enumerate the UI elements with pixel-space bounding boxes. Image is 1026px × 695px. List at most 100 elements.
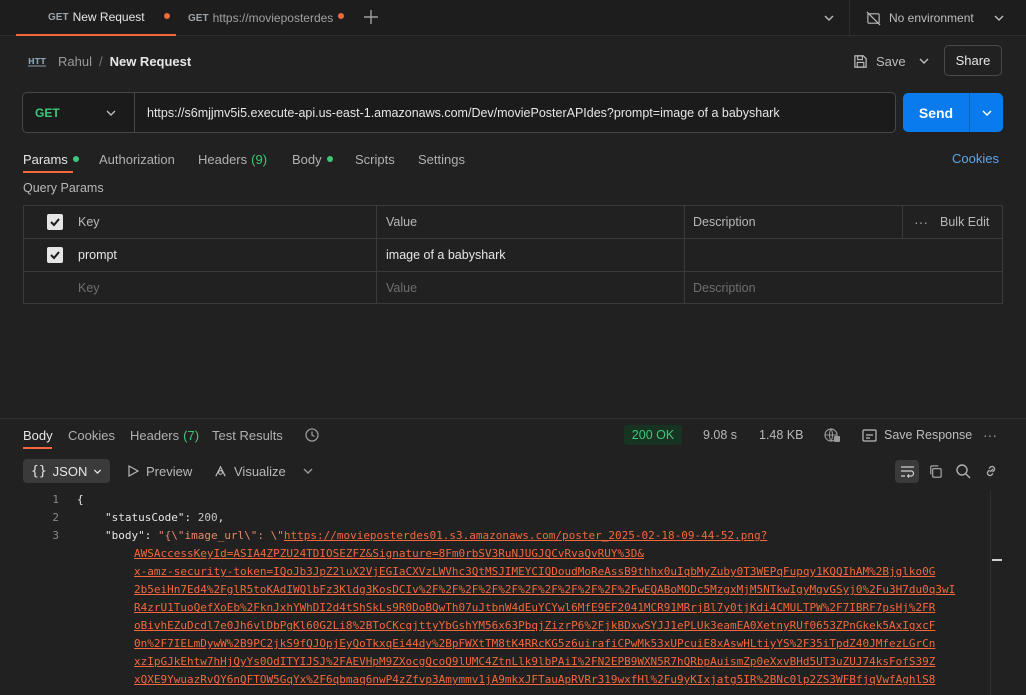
visualize-options-chevron-down-icon[interactable] (301, 464, 315, 478)
chevron-down-icon (992, 11, 1006, 25)
tab-new-request[interactable]: GET New Request (16, 0, 176, 36)
environment-label: No environment (889, 11, 974, 25)
column-key: Key (78, 215, 100, 229)
history-icon[interactable] (304, 427, 320, 443)
column-description: Description (693, 215, 756, 229)
table-row: prompt image of a babyshark (24, 239, 1002, 272)
save-label: Save (876, 53, 906, 69)
save-response-icon (862, 428, 877, 442)
code-wrapped-line[interactable]: AWSAccessKeyId=ASIA4ZPZU24TDIOSEZFZ&Sign… (134, 547, 644, 560)
line-number: 3 (52, 529, 59, 542)
tab-method: GET (188, 12, 209, 24)
select-all-checkbox[interactable] (47, 206, 63, 238)
breadcrumb-workspace[interactable]: Rahul (58, 54, 92, 69)
code-line: "body": "{\"image_url\": \"https://movie… (105, 529, 768, 542)
response-tab-test-results[interactable]: Test Results (212, 426, 283, 444)
preview-button[interactable]: Preview (127, 459, 192, 483)
param-description[interactable] (693, 239, 983, 271)
pane-divider[interactable] (0, 418, 1026, 419)
wrap-lines-icon[interactable] (895, 460, 919, 483)
json-key: "body" (105, 529, 145, 542)
breadcrumb-separator: / (98, 53, 103, 69)
response-tab-headers[interactable]: Headers (7) (130, 426, 199, 444)
send-button-group: Send (903, 93, 1003, 132)
response-body-code[interactable]: 1 2 3 { "statusCode": 200, "body": "{\"i… (23, 490, 990, 695)
breadcrumb-request-name[interactable]: New Request (110, 54, 192, 69)
new-tab-plus-icon[interactable] (363, 9, 379, 25)
more-options-icon[interactable]: ··· (914, 206, 928, 238)
code-wrapped-line[interactable]: 0n%2F7IELmDywW%2B9PC2jkS9fQJOpjEyQoTkxqE… (134, 637, 935, 650)
json-braces-icon: {} (31, 463, 47, 479)
visualize-button[interactable]: Visualize (213, 459, 286, 483)
tab-scripts[interactable]: Scripts (355, 148, 395, 170)
tab-body[interactable]: Body (292, 148, 333, 170)
save-response-button[interactable]: Save Response (862, 426, 972, 444)
response-size[interactable]: 1.48 KB (759, 426, 803, 444)
preview-label: Preview (146, 463, 193, 479)
tab-movieposterdes[interactable]: GET https://movieposterdes (176, 0, 346, 36)
param-enabled-checkbox[interactable] (47, 239, 63, 271)
share-button[interactable]: Share (944, 45, 1002, 76)
chevron-down-icon (92, 466, 103, 477)
method-select[interactable]: GET (23, 93, 135, 132)
tab-settings[interactable]: Settings (418, 148, 465, 170)
params-active-dot-icon (72, 156, 79, 162)
response-time[interactable]: 9.08 s (703, 426, 737, 444)
breadcrumb: HTTP Rahul / New Request (28, 50, 191, 72)
save-response-label: Save Response (884, 428, 973, 442)
active-tab-indicator (23, 171, 73, 173)
scrollbar-thumb[interactable] (992, 559, 1002, 561)
method-label: GET (35, 105, 60, 120)
json-number: 200 (197, 511, 218, 524)
line-number: 2 (52, 511, 59, 524)
no-environment-icon (866, 11, 881, 26)
code-wrapped-line[interactable]: R4zrU1TuoQefXoEb%2FknJxhYWhDI2d4tShSkLs9… (134, 601, 935, 614)
new-value-input[interactable]: Value (386, 272, 417, 304)
format-select[interactable]: {} JSON (23, 459, 110, 483)
visualize-label: Visualize (234, 463, 286, 479)
tab-headers-label: Headers (198, 151, 248, 167)
send-button[interactable]: Send (903, 93, 970, 132)
param-key[interactable]: prompt (78, 239, 117, 271)
network-globe-icon[interactable] (824, 427, 841, 443)
tab-params[interactable]: Params (23, 148, 79, 170)
format-label: JSON (52, 463, 88, 479)
svg-text:HTTP: HTTP (28, 57, 46, 66)
json-key: "statusCode" (105, 511, 185, 524)
url-bar: GET https://s6mjjmv5i5.execute-api.us-ea… (22, 92, 896, 133)
search-icon[interactable] (955, 463, 971, 479)
code-wrapped-line[interactable]: xzIpGJkEhtw7hHjQyYs0OdITYIJSJ%2FAEVHpM9Z… (134, 655, 935, 668)
url-input[interactable]: https://s6mjjmv5i5.execute-api.us-east-1… (135, 93, 895, 132)
param-value[interactable]: image of a babyshark (386, 239, 506, 271)
image-url-link[interactable]: https://movieposterdes01.s3.amazonaws.co… (284, 529, 767, 542)
more-options-icon[interactable]: ··· (983, 426, 997, 444)
cookies-link[interactable]: Cookies (952, 148, 999, 170)
tab-authorization[interactable]: Authorization (99, 148, 175, 170)
response-tab-body[interactable]: Body (23, 426, 53, 444)
link-icon[interactable] (983, 463, 999, 479)
copy-icon[interactable] (928, 464, 943, 479)
save-button[interactable]: Save (853, 47, 906, 75)
tab-headers[interactable]: Headers (9) (198, 148, 267, 170)
unsaved-dot-icon (338, 13, 344, 19)
code-scrollbar[interactable] (990, 490, 1003, 695)
save-options-chevron-down-icon[interactable] (917, 54, 931, 68)
code-wrapped-line[interactable]: oBivhEZuDcdl7e0Jh6vlDbPgKl60G2Li8%2BToCK… (134, 619, 935, 632)
new-description-input[interactable]: Description (693, 272, 756, 304)
bulk-edit-button[interactable]: Bulk Edit (940, 206, 989, 238)
status-badge[interactable]: 200 OK (624, 425, 682, 445)
tabs-dropdown-chevron-down-icon[interactable] (822, 11, 836, 25)
send-options-chevron-down-icon[interactable] (970, 93, 1003, 132)
body-active-dot-icon (326, 156, 333, 162)
response-tab-cookies[interactable]: Cookies (68, 426, 115, 444)
code-wrapped-line[interactable]: 2b5eiHn7Ed4%2FglR5toKAdIWQlbFz3Kldg3KosD… (134, 583, 955, 596)
save-icon (853, 54, 868, 69)
unsaved-dot-icon (164, 13, 170, 19)
query-params-title: Query Params (23, 181, 104, 195)
environment-selector[interactable]: No environment (849, 0, 1026, 36)
code-wrapped-line[interactable]: x-amz-security-token=IQoJb3JpZ2luX2VjEGI… (134, 565, 935, 578)
response-headers-count: (7) (183, 427, 200, 443)
code-wrapped-line[interactable]: xQXE9YwuazRvQY6nQFTOW5GqYx%2F6qbmaq6nwP4… (134, 673, 935, 686)
column-value: Value (386, 215, 418, 229)
new-key-input[interactable]: Key (78, 272, 100, 304)
